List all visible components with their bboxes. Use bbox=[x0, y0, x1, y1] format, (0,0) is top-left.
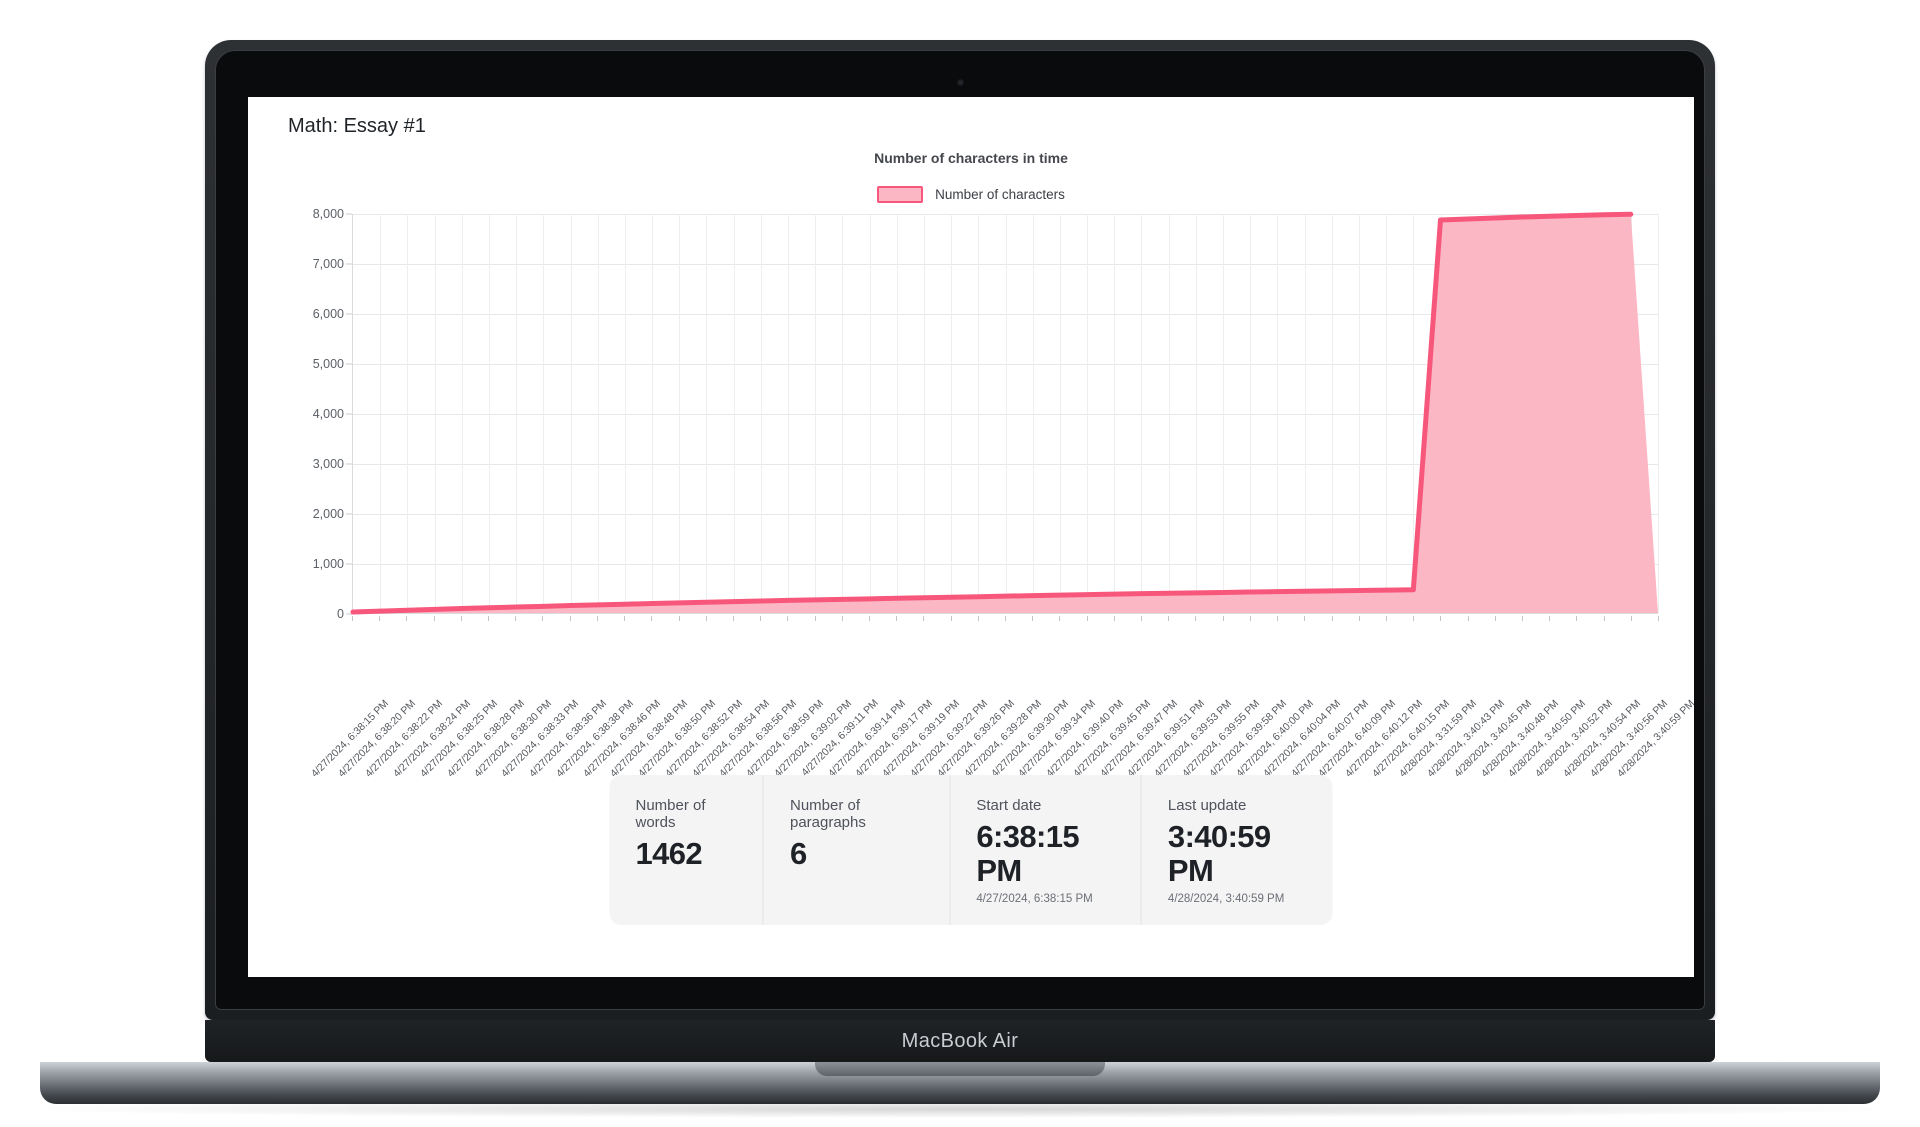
x-axis-tick-mark bbox=[1113, 616, 1115, 621]
x-axis-tick-mark bbox=[1413, 616, 1415, 621]
area-series bbox=[353, 214, 1658, 613]
stat-subtext: 4/28/2024, 3:40:59 PM bbox=[1167, 893, 1285, 905]
laptop-shadow bbox=[25, 1100, 1895, 1118]
stat-card: Last update 3:40:59 PM 4/28/2024, 3:40:59 … bbox=[1142, 775, 1333, 925]
stat-label: Number of paragraphs bbox=[789, 796, 866, 831]
x-axis-tick-mark bbox=[1005, 616, 1006, 621]
x-axis-tick-mark bbox=[841, 616, 843, 621]
area-fill bbox=[353, 214, 1658, 613]
x-axis-tick-mark bbox=[624, 616, 626, 621]
y-axis-tick-label: 6,000 bbox=[312, 307, 344, 321]
stat-card: Number of paragraphs 6 bbox=[764, 774, 951, 925]
x-axis-tick-mark bbox=[515, 616, 517, 621]
x-axis-tick-mark bbox=[352, 616, 353, 621]
stat-label: Start date bbox=[976, 796, 1042, 814]
x-axis-tick-mark bbox=[896, 616, 898, 621]
x-axis-tick-mark bbox=[1141, 616, 1143, 621]
x-axis-tick-mark bbox=[1195, 616, 1197, 621]
x-axis-tick-mark bbox=[488, 616, 490, 621]
x-axis-tick-mark bbox=[977, 616, 979, 621]
screen-bezel: Math: Essay #1 Number of characters in t… bbox=[215, 50, 1705, 1010]
x-axis-tick-mark bbox=[732, 616, 734, 621]
x-axis-tick-mark bbox=[1521, 616, 1523, 621]
x-axis-tick-mark bbox=[596, 616, 598, 621]
stat-value: 6 bbox=[789, 835, 807, 871]
x-axis-tick-mark bbox=[1222, 616, 1224, 621]
gridline-vertical bbox=[1658, 214, 1659, 613]
stats-row: Number of words 1462 Number of paragraphs 6… bbox=[609, 774, 1333, 925]
stat-value: 1462 bbox=[635, 835, 703, 871]
x-axis-tick-mark bbox=[705, 616, 707, 621]
stat-value: 6:38:15 PM bbox=[976, 818, 1079, 889]
laptop-base: MacBook Air bbox=[205, 1020, 1715, 1062]
x-axis-tick-mark bbox=[1440, 616, 1442, 621]
x-axis-tick-mark bbox=[460, 616, 462, 621]
x-axis-tick-mark bbox=[1358, 616, 1360, 621]
laptop-mockup: Math: Essay #1 Number of characters in t… bbox=[25, 40, 1895, 1118]
x-axis-tick-mark bbox=[1549, 616, 1551, 621]
x-axis-tick-mark bbox=[1494, 616, 1496, 621]
stat-value: 3:40:59 PM bbox=[1167, 818, 1271, 889]
x-axis-tick-mark bbox=[1385, 616, 1387, 621]
x-axis-tick-mark bbox=[433, 616, 435, 621]
x-axis-tick-mark bbox=[379, 616, 381, 621]
x-axis-tick-mark bbox=[787, 616, 789, 621]
y-axis-tick-label: 8,000 bbox=[312, 207, 344, 221]
x-axis-tick-mark bbox=[651, 616, 653, 621]
x-axis-tick-mark bbox=[1630, 616, 1632, 621]
x-axis-tick-mark bbox=[1467, 616, 1469, 621]
x-axis-tick-mark bbox=[1168, 616, 1170, 621]
x-axis-tick-mark bbox=[950, 616, 952, 621]
chart-card: Number of characters in time Number of c… bbox=[278, 150, 1694, 780]
stat-label: Number of words bbox=[635, 796, 706, 831]
legend-swatch-icon bbox=[877, 185, 924, 203]
stat-card: Number of words 1462 bbox=[610, 774, 764, 925]
x-axis-tick-mark bbox=[569, 616, 571, 621]
x-axis-tick-mark bbox=[1658, 616, 1659, 621]
x-axis-tick-mark bbox=[542, 616, 544, 621]
y-axis-tick-label: 5,000 bbox=[312, 357, 344, 371]
y-axis-tick-label: 4,000 bbox=[312, 407, 344, 421]
x-axis-labels: 4/27/2024, 6:38:15 PM 4/27/2024, 6:38:20 … bbox=[309, 616, 1694, 780]
x-axis-tick-mark bbox=[1249, 616, 1251, 621]
x-axis-tick-mark bbox=[760, 616, 762, 621]
page-title: Math: Essay #1 bbox=[288, 115, 426, 137]
x-axis-tick-mark bbox=[1032, 616, 1034, 621]
x-axis-tick-mark bbox=[1304, 616, 1306, 621]
plot-wrapper: 0 1,000 2,000 3,000 4,000 5,000 6,000 7,000 8,00… bbox=[278, 207, 1694, 780]
y-axis-tick-label: 3,000 bbox=[312, 457, 344, 471]
x-axis-tick-mark bbox=[923, 616, 925, 621]
chart-legend[interactable]: Number of characters bbox=[278, 184, 1664, 204]
x-axis-tick-mark bbox=[1603, 616, 1605, 621]
y-axis-tick-label: 0 bbox=[337, 607, 344, 621]
y-axis-tick-label: 2,000 bbox=[312, 507, 344, 521]
webcam-icon bbox=[956, 79, 964, 86]
app-viewport: Math: Essay #1 Number of characters in t… bbox=[248, 97, 1694, 977]
x-axis-tick-mark bbox=[1059, 616, 1061, 621]
x-axis-tick-mark bbox=[1331, 616, 1333, 621]
y-axis-tick-label: 7,000 bbox=[312, 257, 344, 271]
legend-label: Number of characters bbox=[935, 186, 1065, 202]
y-axis: 0 1,000 2,000 3,000 4,000 5,000 6,000 7,000 8,00… bbox=[278, 207, 352, 621]
plot-area[interactable] bbox=[352, 214, 1659, 614]
x-axis-tick-mark bbox=[406, 616, 408, 621]
stat-subtext: 4/27/2024, 6:38:15 PM bbox=[976, 893, 1093, 905]
screen: Math: Essay #1 Number of characters in t… bbox=[248, 97, 1694, 977]
device-brand-label: MacBook Air bbox=[901, 1029, 1019, 1052]
x-axis-tick-mark bbox=[1086, 616, 1088, 621]
chart-title: Number of characters in time bbox=[874, 150, 1068, 166]
laptop-lid: Math: Essay #1 Number of characters in t… bbox=[205, 40, 1715, 1020]
x-axis-tick-mark bbox=[1277, 616, 1279, 621]
y-axis-tick-label: 1,000 bbox=[312, 557, 344, 571]
x-axis-tick-mark bbox=[814, 616, 816, 621]
stat-label: Last update bbox=[1167, 796, 1247, 814]
stat-card: Start date 6:38:15 PM 4/27/2024, 6:38:15 P… bbox=[950, 774, 1142, 925]
x-axis-tick-mark bbox=[868, 616, 870, 621]
x-axis-tick-mark bbox=[1576, 616, 1578, 621]
x-axis-tick-mark bbox=[678, 616, 680, 621]
laptop-notch bbox=[815, 1062, 1105, 1076]
